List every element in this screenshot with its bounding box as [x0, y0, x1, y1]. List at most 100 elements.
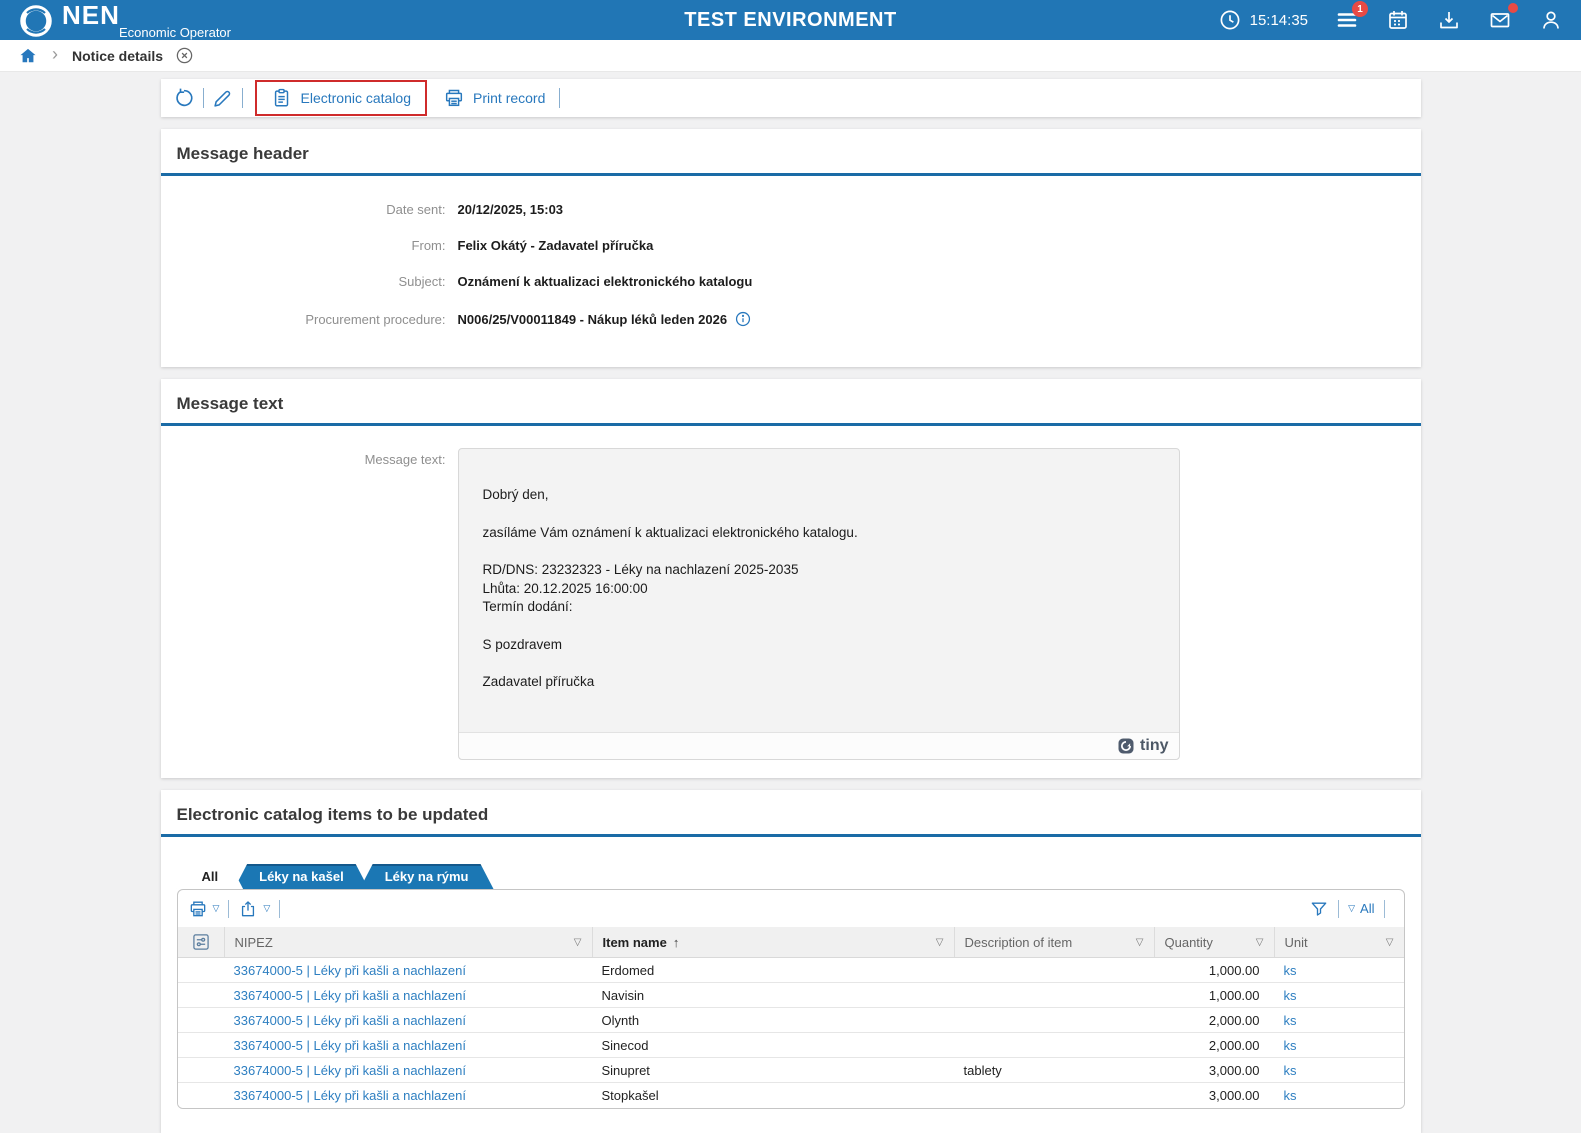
tinymce-brand[interactable]: tiny [1117, 737, 1169, 755]
tab-l-ky-na-ka-el[interactable]: Léky na kašel [234, 864, 369, 889]
menu-badge: 1 [1352, 1, 1368, 17]
field-label: Procurement procedure: [305, 311, 446, 327]
column-filter-icon[interactable]: ▽ [936, 937, 944, 948]
quantity-cell: 3,000.00 [1208, 1088, 1260, 1103]
field-row: Date sent: 20/12/2025, 15:03 [161, 202, 1421, 217]
electronic-catalog-button[interactable]: Electronic catalog [265, 87, 418, 109]
column-header-quantity[interactable]: Quantity ▽ [1153, 927, 1274, 957]
nipez-link[interactable]: 33674000-5 | Léky při kašli a nachlazení [224, 988, 592, 1003]
nipez-link[interactable]: 33674000-5 | Léky při kašli a nachlazení [224, 1063, 592, 1078]
electronic-catalog-label: Electronic catalog [300, 90, 412, 106]
description-cell: tablety [963, 1062, 1002, 1078]
close-tab-icon[interactable] [175, 46, 194, 65]
dropdown-arrow-icon: ▽ [212, 903, 220, 913]
column-header-description-of-item[interactable]: Description of item ▽ [953, 927, 1154, 957]
message-paragraph: S pozdravem [482, 636, 563, 652]
nipez-link[interactable]: 33674000-5 | Léky při kašli a nachlazení [224, 1013, 592, 1028]
export-icon [242, 900, 255, 916]
top-bar: NEN Economic Operator TEST ENVIRONMENT 1… [0, 0, 1581, 40]
nipez-link[interactable]: 33674000-5 | Léky při kašli a nachlazení [224, 1088, 592, 1103]
quantity-cell: 2,000.00 [1208, 1037, 1260, 1053]
message-header-section: Message header Date sent: 20/12/2025, 15:… [160, 129, 1421, 367]
clock-icon [1220, 10, 1240, 30]
column-header-unit[interactable]: Unit ▽ [1273, 927, 1404, 957]
messages[interactable] [1488, 3, 1518, 32]
message-text-body: Dobrý den, zasíláme Vám oznámení k aktual… [483, 486, 1155, 692]
column-header-item-name[interactable]: Item name ↑ ▽ [591, 927, 954, 957]
table-row[interactable]: 33674000-5 | Léky při kašli a nachlazení… [177, 1058, 1404, 1083]
mail-unread-dot [1508, 3, 1518, 13]
quantity-cell: 1,000.00 [1208, 962, 1260, 978]
field-label: From: [411, 238, 446, 253]
column-header-nipez[interactable]: NIPEZ ▽ [223, 927, 592, 957]
message-paragraph: zasíláme Vám oznámení k aktualizaci elek… [482, 524, 858, 540]
tab-l-ky-na-r-mu[interactable]: Léky na rýmu [360, 864, 494, 889]
column-label: Unit [1285, 935, 1308, 950]
mail-icon[interactable] [1488, 8, 1512, 32]
message-paragraph: Dobrý den, [482, 487, 549, 502]
info-icon[interactable] [734, 310, 752, 328]
item-name-cell: Stopkašel [601, 1088, 659, 1103]
unit-link[interactable]: ks [1274, 1038, 1404, 1053]
message-paragraph: Zadavatel příručka [482, 674, 595, 689]
unit-link[interactable]: ks [1274, 1063, 1404, 1078]
message-paragraph: RD/DNS: 23232323 - Léky na nachlazení 20… [482, 562, 799, 614]
action-toolbar: Electronic catalog Print record [160, 79, 1421, 117]
filter-all-link[interactable]: All [1360, 901, 1374, 916]
user-profile-icon[interactable] [1539, 8, 1563, 32]
toolbar-separator [279, 899, 281, 918]
table-export-button[interactable]: ▽ [238, 899, 270, 919]
notifications-menu[interactable]: 1 [1335, 1, 1368, 32]
column-label: Quantity [1165, 935, 1213, 950]
page-title: Notice details [72, 47, 164, 64]
dropdown-arrow-icon: ▽ [263, 903, 271, 913]
home-icon[interactable] [18, 46, 38, 66]
download-tray-icon[interactable] [1437, 8, 1461, 32]
quantity-cell: 1,000.00 [1208, 987, 1260, 1003]
dropdown-arrow-icon[interactable]: ▽ [1348, 903, 1355, 914]
table-row[interactable]: 33674000-5 | Léky při kašli a nachlazení… [177, 1083, 1404, 1108]
nipez-link[interactable]: 33674000-5 | Léky při kašli a nachlazení [224, 963, 592, 978]
column-filter-icon[interactable]: ▽ [1256, 937, 1264, 948]
catalog-tabs: All Léky na kašel Léky na rýmu [177, 863, 1405, 889]
print-record-button[interactable]: Print record [437, 87, 551, 109]
nipez-link[interactable]: 33674000-5 | Léky při kašli a nachlazení [224, 1038, 592, 1053]
calendar-icon[interactable] [1386, 8, 1410, 32]
column-filter-icon[interactable]: ▽ [1136, 937, 1144, 948]
quantity-cell: 2,000.00 [1208, 1012, 1260, 1028]
message-text-label: Message text: [364, 452, 446, 467]
field-value: Oznámení k aktualizaci elektronického ka… [458, 274, 1421, 289]
toolbar-separator [241, 88, 243, 108]
unit-link[interactable]: ks [1274, 988, 1404, 1003]
filter-funnel-icon[interactable] [1309, 899, 1329, 919]
table-row[interactable]: 33674000-5 | Léky při kašli a nachlazení… [177, 1033, 1404, 1058]
section-title: Message header [176, 144, 309, 163]
column-label-text: NIPEZ [234, 934, 273, 950]
column-settings-icon [192, 934, 209, 950]
printer-icon [445, 89, 463, 107]
item-name-cell: Sinecod [601, 1037, 649, 1053]
column-filter-icon[interactable]: ▽ [1386, 937, 1394, 948]
table-row[interactable]: 33674000-5 | Léky při kašli a nachlazení… [177, 983, 1404, 1008]
message-text-section: Message text Message text: Dobrý den, zas… [160, 379, 1421, 778]
column-settings-header[interactable] [178, 927, 224, 957]
section-title: Message text [176, 394, 284, 413]
refresh-icon[interactable] [173, 87, 195, 109]
message-text-editor[interactable]: Dobrý den, zasíláme Vám oznámení k aktual… [457, 448, 1180, 760]
table-print-button[interactable]: ▽ [188, 899, 220, 919]
field-value-text: 20/12/2025, 15:03 [457, 202, 564, 217]
tinymce-brand-label: tiny [1140, 737, 1169, 754]
unit-link[interactable]: ks [1274, 1088, 1404, 1103]
unit-link[interactable]: ks [1274, 1013, 1404, 1028]
nen-brand[interactable]: NEN Economic Operator [18, 2, 231, 39]
edit-pencil-icon[interactable] [212, 87, 234, 109]
field-value: N006/25/V00011849 - Nákup léků leden 202… [458, 310, 1421, 328]
brand-subtitle: Economic Operator [119, 24, 231, 40]
table-row[interactable]: 33674000-5 | Léky při kašli a nachlazení… [177, 1008, 1404, 1033]
nen-logo-icon [20, 4, 52, 37]
unit-link[interactable]: ks [1274, 963, 1404, 978]
tab-all[interactable]: All [177, 864, 244, 889]
item-name-cell: Olynth [601, 1012, 640, 1028]
table-row[interactable]: 33674000-5 | Léky při kašli a nachlazení… [177, 958, 1404, 983]
column-filter-icon[interactable]: ▽ [574, 937, 582, 948]
